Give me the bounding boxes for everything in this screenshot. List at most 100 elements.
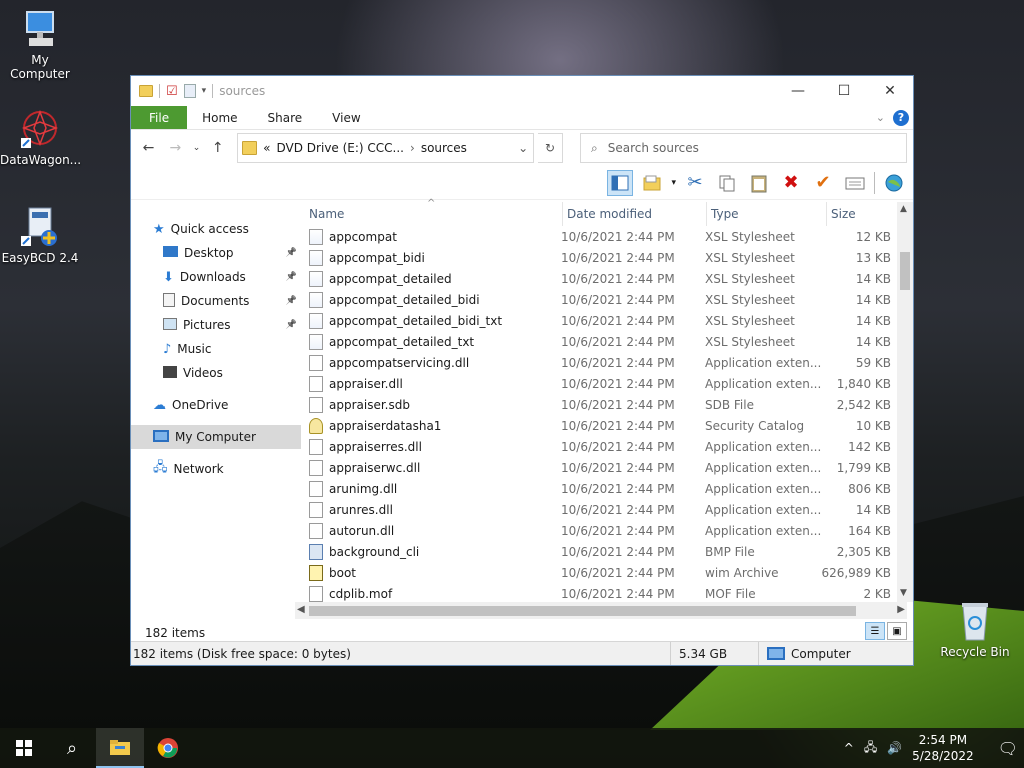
table-row[interactable]: appcompatservicing.dll 10/6/2021 2:44 PM A… <box>301 352 913 373</box>
desktop-icon-datawagon[interactable]: DataWagon... <box>0 108 81 167</box>
vertical-scroll-thumb[interactable] <box>900 252 910 290</box>
cut-icon[interactable]: ✂ <box>682 170 708 196</box>
file-date: 10/6/2021 2:44 PM <box>561 481 675 496</box>
table-row[interactable]: background_cli 10/6/2021 2:44 PM BMP File 2… <box>301 541 913 562</box>
pin-icon[interactable]: 📌 <box>286 248 297 258</box>
preview-pane-icon[interactable] <box>607 169 634 196</box>
dll-file-icon <box>309 459 323 476</box>
volume-icon[interactable]: 🔊 <box>887 741 902 755</box>
search-input[interactable]: Search sources <box>608 141 699 155</box>
computer-icon <box>153 429 169 445</box>
column-size[interactable]: Size <box>827 202 901 226</box>
file-file-icon <box>309 396 323 413</box>
table-row[interactable]: appcompat_detailed_bidi 10/6/2021 2:44 PM… <box>301 289 913 310</box>
nav-item-onedrive[interactable]: ☁ OneDrive <box>131 393 301 417</box>
delete-icon[interactable]: ✖ <box>778 170 804 196</box>
nav-item-quick-access[interactable]: ★ Quick access <box>131 217 301 241</box>
horizontal-scrollbar[interactable]: ◀ ▶ <box>295 602 907 619</box>
large-icons-view-icon[interactable]: ▣ <box>887 622 907 640</box>
column-type[interactable]: Type <box>707 202 827 226</box>
clock[interactable]: 2:54 PM 5/28/2022 <box>912 732 974 764</box>
breadcrumb-sources[interactable]: sources <box>421 141 467 155</box>
table-row[interactable]: appcompat_detailed_txt 10/6/2021 2:44 PM X… <box>301 331 913 352</box>
new-folder-icon[interactable] <box>183 84 196 98</box>
up-button[interactable]: ↑ <box>206 136 229 160</box>
file-name-cell: appraiserdatasha1 <box>301 417 557 434</box>
table-row[interactable]: appcompat 10/6/2021 2:44 PM XSL Stylesheet… <box>301 226 913 247</box>
close-button[interactable]: ✕ <box>867 76 913 106</box>
details-view-icon[interactable]: ☰ <box>865 622 885 640</box>
nav-item-desktop[interactable]: Desktop 📌 <box>131 241 301 265</box>
scroll-down-icon[interactable]: ▼ <box>900 588 907 598</box>
pin-icon[interactable]: 📌 <box>286 320 297 330</box>
file-explorer-taskbar-icon[interactable] <box>96 728 144 768</box>
tab-view[interactable]: View <box>317 106 375 129</box>
back-button[interactable]: ← <box>137 136 160 160</box>
notifications-icon[interactable]: 🗨 <box>998 739 1018 758</box>
table-row[interactable]: appraiser.dll 10/6/2021 2:44 PM Applicatio… <box>301 373 913 394</box>
address-dropdown-icon[interactable]: ⌄ <box>513 141 533 155</box>
rename-check-icon[interactable]: ✔ <box>810 170 836 196</box>
nav-item-documents[interactable]: Documents 📌 <box>131 289 301 313</box>
recent-locations-icon[interactable]: ⌄ <box>191 136 202 160</box>
desktop-icon-my-computer[interactable]: My Computer <box>0 8 80 81</box>
tray-chevron-icon[interactable]: ^ <box>844 741 854 755</box>
globe-icon[interactable] <box>881 170 907 196</box>
table-row[interactable]: boot 10/6/2021 2:44 PM wim Archive 626,989 … <box>301 562 913 583</box>
horizontal-scroll-thumb[interactable] <box>309 606 856 616</box>
search-icon[interactable]: ⌕ <box>48 728 96 768</box>
scroll-left-icon[interactable]: ◀ <box>297 604 305 615</box>
pin-icon[interactable]: 📌 <box>286 296 297 306</box>
properties-card-icon[interactable] <box>842 170 868 196</box>
table-row[interactable]: appraiserwc.dll 10/6/2021 2:44 PM Applicat… <box>301 457 913 478</box>
tab-file[interactable]: File <box>131 106 188 129</box>
pin-icon[interactable]: 📌 <box>286 272 297 282</box>
address-bar[interactable]: « DVD Drive (E:) CCC... › sources ⌄ <box>237 133 535 163</box>
nav-item-my-computer[interactable]: My Computer <box>131 425 301 449</box>
breadcrumb-drive[interactable]: DVD Drive (E:) CCC... <box>277 141 404 155</box>
scroll-up-icon[interactable]: ▲ <box>900 204 907 214</box>
scroll-right-icon[interactable]: ▶ <box>897 604 905 615</box>
table-row[interactable]: appraiserres.dll 10/6/2021 2:44 PM Applica… <box>301 436 913 457</box>
table-row[interactable]: appraiser.sdb 10/6/2021 2:44 PM SDB File 2,… <box>301 394 913 415</box>
nav-item-videos[interactable]: Videos <box>131 361 301 385</box>
nav-item-downloads[interactable]: ⬇ Downloads 📌 <box>131 265 301 289</box>
chrome-icon[interactable] <box>144 728 192 768</box>
vertical-scrollbar[interactable]: ▲ ▼ <box>897 202 913 602</box>
table-row[interactable]: appraiserdatasha1 10/6/2021 2:44 PM Securi… <box>301 415 913 436</box>
tab-home[interactable]: Home <box>187 106 252 129</box>
customize-toolbar-icon[interactable]: ▾ <box>202 86 207 96</box>
paste-icon[interactable] <box>746 170 772 196</box>
properties-icon[interactable]: ☑ <box>166 84 178 99</box>
help-icon[interactable]: ? <box>893 109 909 126</box>
start-button[interactable] <box>0 728 48 768</box>
forward-button[interactable]: → <box>164 136 187 160</box>
new-item-dropdown-icon[interactable]: ▾ <box>671 178 676 188</box>
minimize-button[interactable]: — <box>775 76 821 106</box>
desktop-icon-easybcd[interactable]: EasyBCD 2.4 <box>0 206 80 265</box>
search-box[interactable]: ⌕ Search sources <box>579 133 907 163</box>
table-row[interactable]: appcompat_detailed 10/6/2021 2:44 PM XSL S… <box>301 268 913 289</box>
table-row[interactable]: appcompat_detailed_bidi_txt 10/6/2021 2:4… <box>301 310 913 331</box>
copy-icon[interactable] <box>714 170 740 196</box>
network-tray-icon[interactable]: 🖧 <box>864 738 877 759</box>
table-row[interactable]: appcompat_bidi 10/6/2021 2:44 PM XSL Style… <box>301 247 913 268</box>
nav-item-network[interactable]: 🖧 Network <box>131 457 301 481</box>
tab-share[interactable]: Share <box>253 106 318 129</box>
desktop-icon-recycle-bin[interactable]: Recycle Bin <box>935 600 1015 659</box>
column-date-modified[interactable]: Date modified <box>563 202 707 226</box>
table-row[interactable]: cdplib.mof 10/6/2021 2:44 PM MOF File 2 KB <box>301 583 913 604</box>
file-type: XSL Stylesheet <box>705 229 795 244</box>
file-name-cell: appcompat_detailed_bidi_txt <box>301 312 557 329</box>
new-item-icon[interactable] <box>639 170 665 196</box>
file-name-cell: appcompatservicing.dll <box>301 354 557 371</box>
table-row[interactable]: arunimg.dll 10/6/2021 2:44 PM Application … <box>301 478 913 499</box>
expand-ribbon-icon[interactable]: ⌄ <box>876 111 885 124</box>
refresh-button[interactable]: ↻ <box>538 133 563 163</box>
nav-item-music[interactable]: ♪ Music <box>131 337 301 361</box>
breadcrumb-overflow[interactable]: « <box>263 141 270 155</box>
table-row[interactable]: autorun.dll 10/6/2021 2:44 PM Application … <box>301 520 913 541</box>
nav-item-pictures[interactable]: Pictures 📌 <box>131 313 301 337</box>
maximize-button[interactable]: ☐ <box>821 76 867 106</box>
table-row[interactable]: arunres.dll 10/6/2021 2:44 PM Application … <box>301 499 913 520</box>
